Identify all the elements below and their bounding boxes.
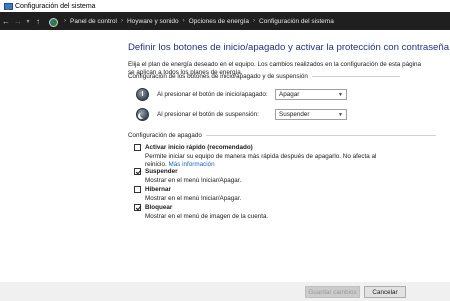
lock-checkbox[interactable] [134, 204, 141, 211]
sleep-icon [136, 108, 149, 121]
fast-startup-checkbox[interactable] [134, 144, 141, 151]
lock-option: Bloquear Mostrar en el menú de imagen de… [134, 204, 395, 221]
sleep-option-label: Suspender [145, 168, 178, 175]
power-button-row: Al presionar el botón de inicio/apagado:… [136, 88, 347, 101]
chevron-down-icon: ▼ [338, 91, 343, 98]
breadcrumb-separator-icon: › [120, 18, 123, 24]
forward-arrow-icon[interactable]: → [12, 14, 24, 28]
hibernate-option: Hibernar Mostrar en el menú Iniciar/Apag… [134, 186, 395, 203]
hibernate-option-description: Mostrar en el menú Iniciar/Apagar. [145, 195, 242, 202]
chevron-down-icon[interactable]: ▾ [24, 14, 32, 28]
page-title: Definir los botones de inicio/apagado y … [128, 42, 450, 53]
breadcrumb: › Panel de control › Hoyware y sonido › … [60, 18, 334, 25]
control-panel-location-icon [48, 17, 58, 27]
breadcrumb-system-settings[interactable]: Configuración del sistema [259, 18, 334, 25]
sleep-checkbox[interactable] [134, 168, 141, 175]
power-button-select[interactable]: Apagar ▼ [275, 89, 347, 100]
lock-option-description: Mostrar en el menú de imagen de la cuent… [145, 213, 269, 220]
breadcrumb-hardware-sound[interactable]: Hoyware y sonido [127, 18, 179, 25]
up-arrow-icon[interactable]: ↑ [32, 14, 44, 28]
sleep-button-label: Al presionar el botón de suspensión: [157, 111, 259, 118]
save-button[interactable]: Guardar cambios [305, 286, 360, 298]
more-info-link[interactable]: Más información [168, 161, 214, 168]
breadcrumb-separator-icon: › [64, 18, 66, 24]
shutdown-section-title: Configuración de apagado [128, 132, 202, 139]
control-panel-icon [4, 2, 13, 10]
fast-startup-description: Permite iniciar su equipo de manera más … [145, 153, 395, 168]
sleep-option-description: Mostrar en el menú Iniciar/Apagar. [145, 177, 242, 184]
breadcrumb-control-panel[interactable]: Panel de control [70, 18, 117, 25]
hibernate-checkbox[interactable] [134, 186, 141, 193]
fast-startup-option: Activar inicio rápido (recomendado) Perm… [134, 144, 395, 168]
breadcrumb-power-options[interactable]: Opciones de energía [189, 18, 249, 25]
breadcrumb-separator-icon: › [253, 18, 256, 24]
power-icon [136, 88, 149, 101]
sleep-button-row: Al presionar el botón de suspensión: Sus… [136, 108, 347, 121]
breadcrumb-separator-icon: › [182, 18, 185, 24]
buttons-section-heading: Configuración de los botones de inicio/a… [128, 73, 400, 80]
window-titlebar: Configuración del sistema [0, 0, 450, 12]
lock-option-label: Bloquear [145, 204, 173, 211]
section-divider [205, 135, 436, 136]
cancel-button[interactable]: Cancelar [364, 286, 406, 298]
buttons-section-title: Configuración de los botones de inicio/a… [128, 73, 308, 80]
hibernate-option-label: Hibernar [145, 186, 171, 193]
window-title: Configuración del sistema [15, 2, 96, 10]
sleep-option: Suspender Mostrar en el menú Iniciar/Apa… [134, 168, 395, 185]
section-divider [311, 76, 400, 77]
power-button-value: Apagar [279, 91, 300, 98]
fast-startup-label: Activar inicio rápido (recomendado) [145, 144, 253, 151]
sleep-button-value: Suspender [279, 111, 310, 118]
shutdown-section-heading: Configuración de apagado [128, 132, 436, 139]
power-button-label: Al presionar el botón de inicio/apagado: [157, 91, 268, 98]
sleep-button-select[interactable]: Suspender ▼ [275, 109, 347, 120]
address-bar: ← → ▾ ↑ › Panel de control › Hoyware y s… [0, 12, 450, 30]
back-arrow-icon[interactable]: ← [0, 14, 12, 28]
chevron-down-icon: ▼ [338, 111, 343, 118]
main-content: Definir los botones de inicio/apagado y … [118, 30, 450, 301]
